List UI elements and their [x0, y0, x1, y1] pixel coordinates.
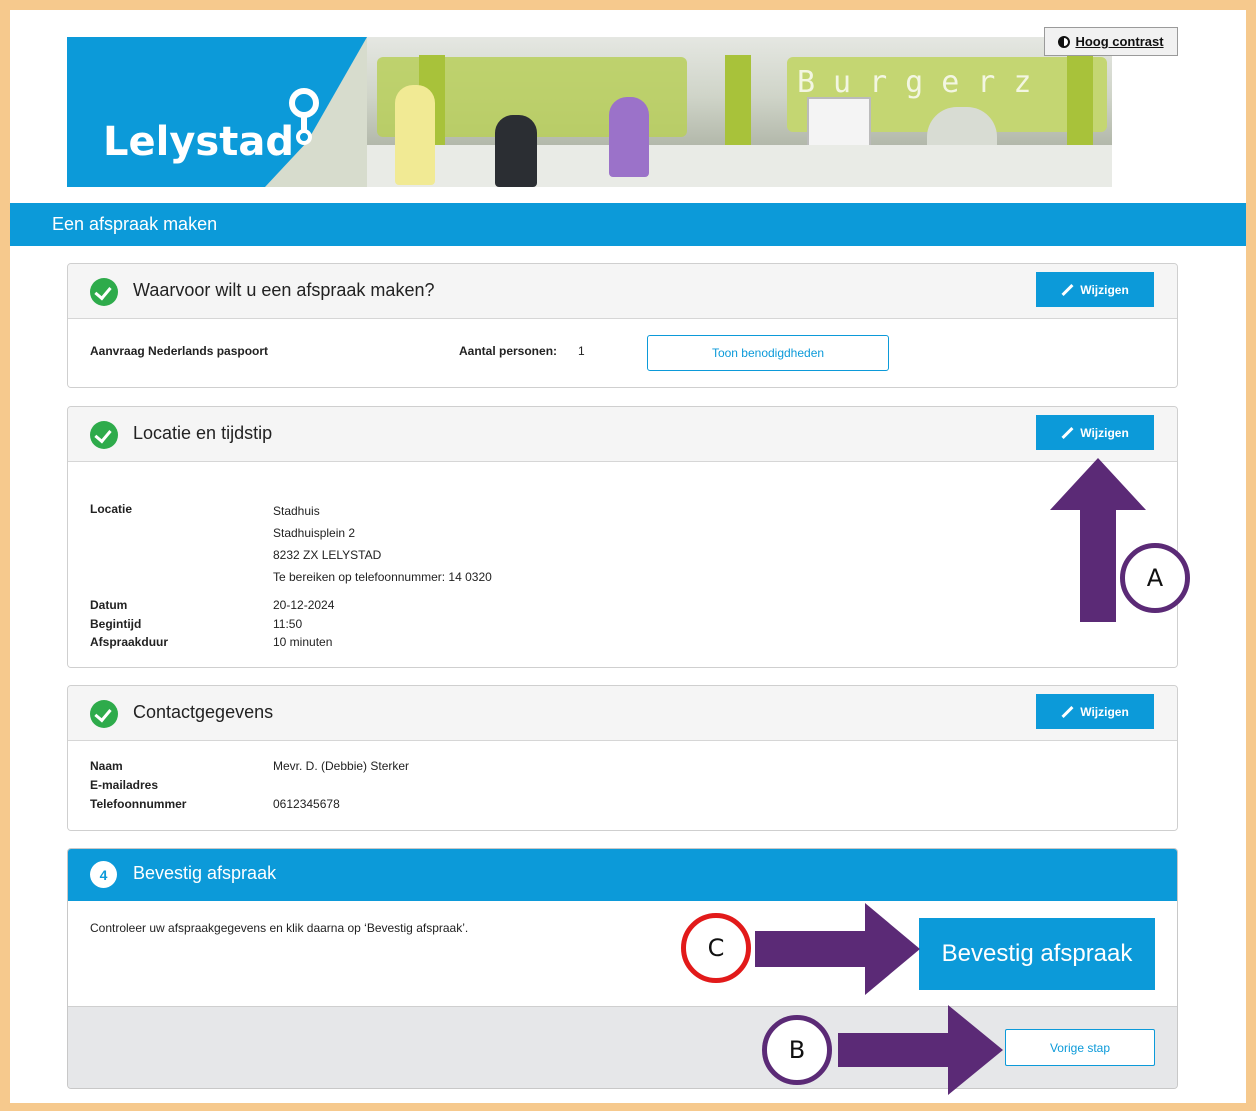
step-confirm-body: Controleer uw afspraakgegevens en klik d… — [68, 901, 1177, 1006]
step-location-header: Locatie en tijdstip Wijzigen — [68, 407, 1177, 462]
step-purpose-body: Aanvraag Nederlands paspoort Aantal pers… — [68, 319, 1177, 387]
duration-label: Afspraakduur — [90, 635, 169, 649]
check-icon — [90, 700, 118, 728]
step-purpose-panel: Waarvoor wilt u een afspraak maken? Wijz… — [67, 263, 1178, 388]
confirm-instruction: Controleer uw afspraakgegevens en klik d… — [90, 921, 469, 935]
step-confirm-title: Bevestig afspraak — [133, 863, 277, 883]
office-photo: Burgerz — [367, 37, 1112, 187]
logo[interactable]: Lelystad — [103, 119, 294, 165]
duration-value: 10 minuten — [273, 635, 333, 649]
step-contact-title: Contactgegevens — [133, 702, 274, 722]
page-title-bar: Een afspraak maken — [10, 203, 1246, 246]
header-banner: Burgerz Lelystad — [67, 37, 1112, 187]
date-label: Datum — [90, 598, 128, 612]
edit-label: Wijzigen — [1080, 425, 1129, 440]
location-line: Te bereiken op telefoonnummer: 14 0320 — [273, 570, 492, 584]
location-label: Locatie — [90, 502, 133, 516]
edit-purpose-button[interactable]: Wijzigen — [1036, 272, 1154, 307]
photo-sign-text: Burgerz — [797, 65, 1050, 100]
location-line: 8232 ZX LELYSTAD — [273, 548, 382, 562]
name-label: Naam — [90, 759, 123, 773]
step-location-panel: Locatie en tijdstip Wijzigen Locatie Sta… — [67, 406, 1178, 668]
name-value: Mevr. D. (Debbie) Sterker — [273, 759, 410, 773]
step-number: 4 — [90, 861, 117, 888]
step-confirm-panel: 4 Bevestig afspraak Controleer uw afspra… — [67, 848, 1178, 1089]
persons-value: 1 — [578, 344, 585, 358]
phone-label: Telefoonnummer — [90, 797, 187, 811]
edit-label: Wijzigen — [1080, 704, 1129, 719]
pencil-icon — [1061, 427, 1073, 439]
edit-contact-button[interactable]: Wijzigen — [1036, 694, 1154, 729]
step-contact-body: Naam Mevr. D. (Debbie) Sterker E-mailadr… — [68, 741, 1177, 830]
annotation-marker-a: A — [1120, 543, 1190, 613]
pencil-icon — [1061, 284, 1073, 296]
logo-mark-icon — [289, 88, 319, 145]
step-purpose-header: Waarvoor wilt u een afspraak maken? Wijz… — [68, 264, 1177, 319]
show-requirements-button[interactable]: Toon benodigdheden — [647, 335, 889, 371]
confirm-appointment-button[interactable]: Bevestig afspraak — [919, 918, 1155, 990]
contrast-icon — [1058, 35, 1071, 48]
persons-label: Aantal personen: — [459, 344, 558, 358]
step-contact-panel: Contactgegevens Wijzigen Naam Mevr. D. (… — [67, 685, 1178, 831]
page-frame: Burgerz Lelystad Hoog contrast Een afspr… — [10, 10, 1246, 1103]
email-label: E-mailadres — [90, 778, 159, 792]
edit-label: Wijzigen — [1080, 282, 1129, 297]
start-time-value: 11:50 — [273, 617, 303, 631]
pencil-icon — [1061, 706, 1073, 718]
phone-value: 0612345678 — [273, 797, 340, 811]
page-title: Een afspraak maken — [52, 214, 218, 234]
step-confirm-footer: Vorige stap — [68, 1006, 1177, 1088]
step-purpose-title: Waarvoor wilt u een afspraak maken? — [133, 280, 435, 300]
high-contrast-label: Hoog contrast — [1075, 34, 1164, 49]
previous-step-button[interactable]: Vorige stap — [1005, 1029, 1155, 1066]
arrow-right-annotation-c — [755, 903, 920, 995]
annotation-marker-c: C — [681, 913, 751, 983]
step-location-title: Locatie en tijdstip — [133, 423, 273, 443]
check-icon — [90, 421, 118, 449]
high-contrast-button[interactable]: Hoog contrast — [1044, 27, 1178, 56]
start-time-label: Begintijd — [90, 617, 142, 631]
location-line: Stadhuis — [273, 504, 320, 518]
product-name: Aanvraag Nederlands paspoort — [90, 344, 269, 358]
arrow-right-annotation-b — [838, 1005, 1003, 1095]
step-confirm-header: 4 Bevestig afspraak — [68, 849, 1177, 901]
edit-location-button[interactable]: Wijzigen — [1036, 415, 1154, 450]
check-icon — [90, 278, 118, 306]
annotation-marker-b: B — [762, 1015, 832, 1085]
step-contact-header: Contactgegevens Wijzigen — [68, 686, 1177, 741]
location-line: Stadhuisplein 2 — [273, 526, 356, 540]
date-value: 20-12-2024 — [273, 598, 335, 612]
step-location-body: Locatie Stadhuis Stadhuisplein 2 8232 ZX… — [68, 462, 1177, 667]
